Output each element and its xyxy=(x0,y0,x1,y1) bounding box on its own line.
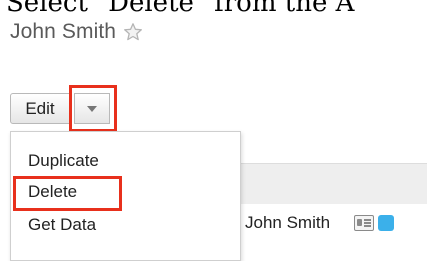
contact-name-link[interactable]: John Smith xyxy=(245,213,330,233)
record-header: John Smith xyxy=(10,20,143,44)
record-name: John Smith xyxy=(10,20,117,43)
menu-item-get-data[interactable]: Get Data xyxy=(28,215,96,235)
highlight-box-delete xyxy=(13,176,122,211)
star-icon[interactable] xyxy=(123,22,143,42)
vcard-icon[interactable] xyxy=(354,215,375,231)
highlight-box-dropdown xyxy=(69,85,117,132)
twitter-icon[interactable] xyxy=(378,215,395,231)
edit-button[interactable]: Edit xyxy=(10,93,70,124)
table-row[interactable]: John Smith xyxy=(245,213,395,233)
edit-button-label: Edit xyxy=(25,98,55,118)
instruction-text: Select "Delete" from the A xyxy=(6,0,355,18)
list-header-bar xyxy=(232,163,427,204)
menu-item-duplicate[interactable]: Duplicate xyxy=(28,151,99,171)
